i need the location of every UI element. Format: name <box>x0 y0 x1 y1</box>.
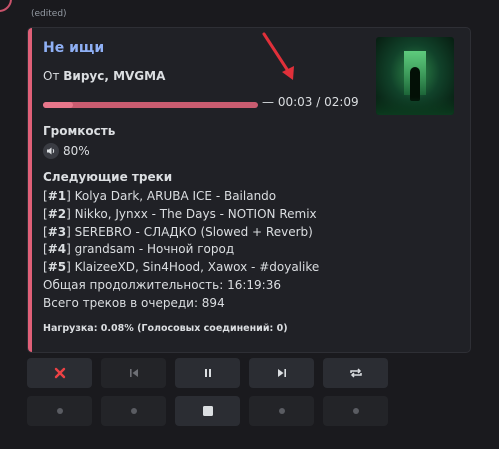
track-name: SEREBRO - СЛАДКО (Slowed + Reverb) <box>74 224 313 239</box>
placeholder-button-1[interactable] <box>27 396 92 426</box>
pause-button[interactable] <box>175 358 240 388</box>
speaker-icon <box>43 143 59 159</box>
total-duration: Общая продолжительность: 16:19:36 <box>43 277 281 292</box>
author-name: Вирус, MVGMA <box>63 69 166 83</box>
placeholder-button-4[interactable] <box>323 396 388 426</box>
list-item: [#2] Nikko, Jynxx - The Days - NOTION Re… <box>43 206 317 221</box>
track-name: KlaizeeXD, Sin4Hood, Xawox - #doyalike <box>74 260 320 275</box>
placeholder-button-2[interactable] <box>101 396 166 426</box>
pause-icon <box>204 369 211 377</box>
track-name: Nikko, Jynxx - The Days - NOTION Remix <box>74 206 317 221</box>
track-name: Kolya Dark, ARUBA ICE - Bailando <box>74 189 277 203</box>
load-footer: Нагрузка: 0.08% (Голосовых соединений: 0… <box>43 323 288 334</box>
list-item: [#4] grandsam - Ночной город <box>43 242 235 257</box>
track-name: grandsam - Ночной город <box>74 242 235 257</box>
volume-heading: Громкость <box>43 124 116 138</box>
close-icon <box>54 367 65 379</box>
track-author: От Вирус, MVGMA <box>43 69 165 83</box>
queue-total: Всего треков в очереди: 894 <box>43 295 225 310</box>
track-list: [#1] Kolya Dark, ARUBA ICE - Bailando [#… <box>43 188 319 313</box>
track-number: #4 <box>47 242 67 257</box>
stop-icon <box>202 406 213 416</box>
stop-square-button[interactable] <box>175 396 240 426</box>
dot-icon <box>278 408 285 414</box>
track-number: #5 <box>47 260 67 275</box>
placeholder-button-3[interactable] <box>249 396 314 426</box>
skip-next-icon <box>277 369 286 377</box>
next-button[interactable] <box>249 358 314 388</box>
list-item: [#1] Kolya Dark, ARUBA ICE - Bailando <box>43 189 277 203</box>
dot-icon <box>56 408 63 414</box>
track-thumbnail[interactable] <box>376 37 454 115</box>
thumbnail-floor <box>376 97 454 115</box>
music-player-embed: Не ищи От Вирус, MVGMA — 00:03 / 02:09 Г… <box>27 27 471 353</box>
progress-fill <box>43 102 74 108</box>
embed-accent-bar <box>28 28 32 352</box>
track-number: #2 <box>47 206 67 221</box>
track-number: #1 <box>47 189 67 203</box>
track-title[interactable]: Не ищи <box>43 40 104 56</box>
author-prefix: От <box>43 69 60 83</box>
track-number: #3 <box>47 224 67 239</box>
list-item: [#5] KlaizeeXD, Sin4Hood, Xawox - #doyal… <box>43 260 320 275</box>
repeat-icon <box>349 368 362 378</box>
avatar[interactable] <box>0 0 12 12</box>
thumbnail-figure <box>410 67 420 101</box>
edited-label: (edited) <box>31 9 67 19</box>
volume-value: 80% <box>63 144 90 158</box>
annotation-arrow-icon <box>262 32 294 80</box>
stop-button[interactable] <box>27 358 92 388</box>
previous-button[interactable] <box>101 358 166 388</box>
time-display: — 00:03 / 02:09 <box>262 95 359 109</box>
dot-icon <box>352 408 359 414</box>
repeat-button[interactable] <box>323 358 388 388</box>
progress-bar <box>43 102 258 108</box>
dot-icon <box>130 408 137 414</box>
volume-row: 80% <box>43 143 90 159</box>
list-item: [#3] SEREBRO - СЛАДКО (Slowed + Reverb) <box>43 224 313 239</box>
next-tracks-heading: Следующие треки <box>43 170 173 184</box>
skip-previous-icon <box>129 369 138 377</box>
